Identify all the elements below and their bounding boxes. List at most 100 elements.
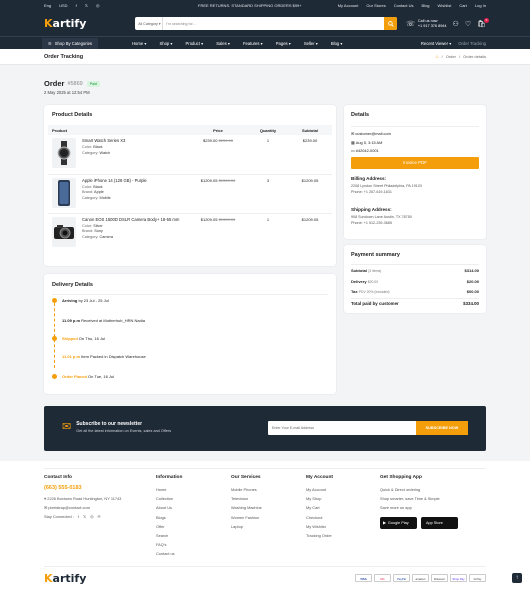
subscribe-button[interactable]: SUBSCRIBE NOW (416, 421, 468, 435)
footer-link[interactable]: Collection (156, 494, 182, 503)
footer-contact: Contact Info (663) 555-0183 ⌖ 2226 Boxto… (44, 475, 121, 522)
nav-item-label: Seller (303, 40, 315, 46)
instagram-icon[interactable]: ◎ (96, 3, 100, 8)
footer-link[interactable]: My Shop (306, 494, 333, 503)
footer-link[interactable]: My Cart (306, 503, 333, 512)
top-link-login[interactable]: Log In (475, 3, 486, 8)
subtotal-cell: $1209.05 (301, 216, 319, 222)
billing-section: Billing Address: 2208 Lyndon Street Phil… (351, 176, 422, 195)
nav-item-pages[interactable]: Pages ▾ (276, 41, 291, 46)
customer-email[interactable]: customer@mail.com (355, 131, 391, 136)
footer-link[interactable]: Search (156, 531, 182, 540)
delivery-details-title: Delivery Details (52, 282, 93, 288)
invoice-pdf-button[interactable]: Invoice PDF (351, 157, 479, 169)
nav-item-label: Blog (330, 40, 340, 46)
call-us[interactable]: Call us now +1 917 376 8944 (418, 19, 447, 29)
nav-item-features[interactable]: Features ▾ (243, 41, 263, 46)
watch-icon (57, 141, 71, 165)
footer-link[interactable]: Checkout (306, 513, 333, 522)
quantity-cell: 1 (266, 216, 270, 222)
footer-link[interactable]: Blogs (156, 513, 182, 522)
footer-link[interactable]: Television (231, 494, 262, 503)
footer-link[interactable]: Laptop (231, 522, 262, 531)
footer-link[interactable]: My Account (306, 485, 333, 494)
header-icons: ⚇ ♡ 🛍 0 (447, 17, 489, 28)
search-button[interactable] (384, 17, 398, 30)
nav-item-home[interactable]: Home ▾ (132, 41, 146, 46)
subtotal-cell: $1209.05 (288, 174, 332, 214)
product-meta: Category: Watch (82, 151, 125, 157)
subtotal-row: Subtotal (3 items) $314.00 (351, 266, 479, 277)
breadcrumb-order[interactable]: Order (446, 54, 456, 59)
currency-selector[interactable]: USD (59, 3, 67, 8)
recent-viewer-dropdown[interactable]: Recent Viewer ▾ (421, 41, 451, 46)
x-icon[interactable]: 𝕏 (83, 512, 86, 521)
top-link-account[interactable]: My Account (338, 3, 359, 8)
main-nav: ☰ Shop By Categories Home ▾ Shop ▾ Produ… (0, 36, 530, 49)
shop-by-categories-button[interactable]: ☰ Shop By Categories (42, 37, 99, 49)
footer-logo[interactable]: Kartify (44, 572, 86, 585)
facebook-icon[interactable]: f (76, 3, 77, 8)
x-icon[interactable]: 𝕏 (85, 3, 88, 8)
promo-text: FREE RETURNS. STANDARD SHIPPING ORDERS $… (198, 3, 302, 8)
footer-address: 2226 Boxtown Road Huntington, NY 11743 (47, 496, 122, 501)
col-product: Product (48, 125, 188, 135)
cart-icon[interactable]: 🛍 0 (477, 17, 489, 28)
watch-image[interactable] (52, 138, 76, 168)
footer-link[interactable]: Offer (156, 522, 182, 531)
footer-link[interactable]: FAQ's (156, 540, 182, 549)
footer-link[interactable]: My Wishlist (306, 522, 333, 531)
footer-link[interactable]: Tracking Order (306, 531, 333, 540)
instagram-icon[interactable]: ◎ (90, 512, 93, 521)
product-name[interactable]: Apple iPhone 14 (128 GB) - Purple (82, 178, 147, 183)
home-icon[interactable]: ⌂ (436, 54, 439, 60)
footer-email[interactable]: pixelstrap@contact.com (48, 505, 90, 510)
top-link-cart[interactable]: Cart (459, 3, 467, 8)
scroll-to-top-button[interactable]: ↑ (512, 573, 522, 583)
footer-link[interactable]: Washing Machine (231, 503, 262, 512)
old-price: $1300.00 (218, 216, 236, 222)
camera-image[interactable] (52, 216, 76, 247)
facebook-icon[interactable]: f (78, 512, 79, 521)
top-link-stores[interactable]: Our Stores (366, 3, 385, 8)
footer-link[interactable]: Women Fashion (231, 513, 262, 522)
phone-image[interactable] (52, 177, 76, 208)
order-tracking-link[interactable]: Order Tracking (458, 41, 486, 46)
nav-item-blog[interactable]: Blog ▾ (331, 41, 343, 46)
pinterest-icon[interactable]: ℗ (98, 512, 101, 521)
nav-item-label: Shop (159, 40, 170, 46)
meta-label: Category: (82, 195, 99, 200)
footer-phone[interactable]: (663) 555-0183 (44, 485, 121, 491)
top-link-wishlist[interactable]: Wishlist (438, 3, 452, 8)
nav-item-seller[interactable]: Seller ▾ (304, 41, 318, 46)
top-link-contact[interactable]: Contact Us (394, 3, 414, 8)
newsletter-subtitle: Get all the latest information on Events… (76, 428, 172, 433)
col-quantity: Quantity (248, 125, 288, 135)
product-name[interactable]: Smart Watch Series X3 (82, 138, 125, 143)
nav-item-shop[interactable]: Shop ▾ (159, 41, 172, 46)
footer-link[interactable]: Mobile Phones (231, 485, 262, 494)
google-play-button[interactable]: ▶ Google Play (380, 516, 417, 529)
language-selector[interactable]: Eng (44, 3, 51, 8)
user-icon[interactable]: ⚇ (453, 20, 459, 28)
breadcrumb-order-details: Order details (463, 54, 486, 59)
nav-item-sales[interactable]: Sales ▾ (216, 41, 230, 46)
step-text: by 23 Jul - 25 Jul (78, 298, 109, 303)
newsletter-email-input[interactable]: Enter Your E-mail Address (268, 426, 416, 430)
page-title: Order Tracking (44, 53, 84, 60)
footer-link[interactable]: Contact us (156, 549, 182, 558)
nav-item-product[interactable]: Product ▾ (186, 41, 204, 46)
app-store-button[interactable]: App Store (421, 516, 458, 529)
site-logo[interactable]: Kartify (44, 17, 86, 30)
top-link-blog[interactable]: Blog (422, 3, 430, 8)
heart-icon[interactable]: ♡ (465, 20, 471, 28)
search-input[interactable]: I'm searching for... (163, 22, 384, 26)
footer-link[interactable]: Home (156, 485, 182, 494)
search-category-select[interactable]: All Category ▾ (135, 17, 164, 30)
call-number: +1 917 376 8944 (417, 23, 447, 28)
nav-right: Recent Viewer ▾ Order Tracking (421, 41, 486, 46)
footer-link[interactable]: About Us (156, 503, 182, 512)
mastercard-icon: MC (374, 574, 391, 582)
product-name[interactable]: Canon EOS 1500D DSLR Camera Body+ 18-55 … (82, 217, 182, 222)
newsletter-title: Subscribe to our newsletter (76, 420, 143, 427)
